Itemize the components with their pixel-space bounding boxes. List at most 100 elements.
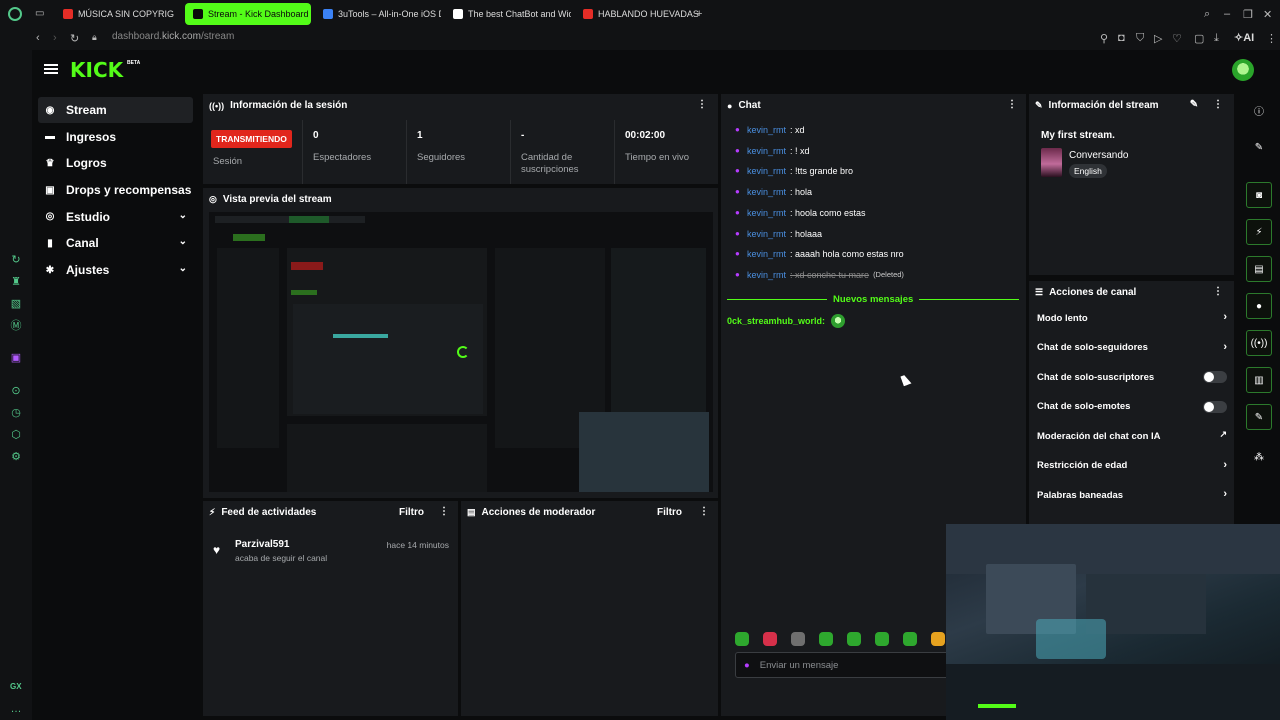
avatar[interactable] (1232, 59, 1254, 81)
sidebar-item-drops[interactable]: ▣ Drops y recompensas (38, 177, 193, 203)
sidebar-item-estudio[interactable]: ◎ Estudio ⌄ (38, 204, 193, 230)
history-icon[interactable]: ◷ (9, 405, 23, 419)
more-icon[interactable]: ⋮ (1266, 32, 1277, 45)
emote-icon[interactable] (763, 632, 777, 646)
sidebar-item-ingresos[interactable]: ▬ Ingresos (38, 124, 193, 150)
feed-user[interactable]: Parzival591 (235, 539, 290, 550)
more-icon[interactable]: … (9, 702, 23, 716)
shield-icon[interactable]: ⛉ (1136, 32, 1144, 45)
menu-icon[interactable] (44, 64, 58, 74)
forward-icon[interactable]: › (53, 32, 57, 44)
panel-title: ▤ Acciones de moderador (467, 507, 595, 518)
mic-icon: ● (744, 659, 750, 671)
kebab-icon[interactable]: ⋮ (439, 506, 449, 517)
chat-username[interactable]: kevin_rmt (747, 270, 786, 280)
screenshot-icon[interactable]: ◙ (1246, 182, 1272, 208)
back-icon[interactable]: ‹ (36, 32, 40, 44)
emote-icon[interactable] (791, 632, 805, 646)
channel-action-row[interactable]: Restricción de edad › (1037, 456, 1227, 476)
channel-action-row[interactable]: Moderación del chat con IA ↗ (1037, 426, 1227, 446)
chat-username[interactable]: kevin_rmt (747, 166, 786, 176)
restore-icon[interactable]: ❐ (1243, 8, 1253, 21)
channel-action-label: Palabras baneadas (1037, 489, 1124, 501)
layout-icon[interactable]: ▥ (1246, 367, 1272, 393)
chevron-right-icon: › (1223, 340, 1227, 353)
kebab-icon[interactable]: ⋮ (1007, 99, 1017, 110)
chat-username[interactable]: kevin_rmt (747, 125, 786, 135)
kick-logo[interactable]: KICK (70, 58, 123, 82)
player-icon[interactable]: ⊙ (9, 383, 23, 397)
pen-icon[interactable]: ✎ (1246, 134, 1272, 160)
box-icon[interactable]: ▢ (1194, 32, 1204, 45)
minimize-icon[interactable]: – (1224, 8, 1230, 20)
channel-action-row[interactable]: Chat de solo-suscriptores (1037, 367, 1227, 387)
filter-button[interactable]: Filtro (399, 507, 424, 518)
browser-tab[interactable]: Stream - Kick Dashboard (185, 3, 311, 25)
opera-gx-icon[interactable] (8, 7, 22, 21)
emote-icon[interactable] (819, 632, 833, 646)
chat-username[interactable]: kevin_rmt (747, 249, 786, 259)
emote-icon[interactable] (903, 632, 917, 646)
pin-icon[interactable]: ⚲ (1100, 32, 1108, 45)
channel-action-row[interactable]: Modo lento › (1037, 308, 1227, 328)
channel-action-row[interactable]: Chat de solo-seguidores › (1037, 338, 1227, 358)
sidebar-item-stream[interactable]: ◉ Stream (38, 97, 193, 123)
chat-username[interactable]: kevin_rmt (747, 187, 786, 197)
bolt-icon[interactable]: ⚡︎ (1246, 219, 1272, 245)
kebab-icon[interactable]: ⋮ (1213, 99, 1223, 110)
wrench-icon[interactable]: ✎ (1246, 404, 1272, 430)
emote-icon[interactable] (875, 632, 889, 646)
chat-bubble-icon[interactable]: ● (1246, 293, 1272, 319)
emote-icon[interactable] (735, 632, 749, 646)
chat-username[interactable]: kevin_rmt (747, 146, 786, 156)
stat-label: Espectadores (313, 152, 372, 163)
heart-icon[interactable]: ♡ (1172, 32, 1182, 45)
channel-action-row[interactable]: Palabras baneadas › (1037, 485, 1227, 505)
chat-input[interactable]: ● Enviar un mensaje (735, 652, 965, 678)
speed-dial-icon[interactable]: ↻ (9, 252, 23, 266)
download-icon[interactable]: ⤓ (1214, 32, 1219, 45)
extensions-icon[interactable]: ⬡ (9, 427, 23, 441)
session-title: Información de la sesión (230, 100, 348, 111)
chat-username[interactable]: kevin_rmt (747, 208, 786, 218)
document-icon[interactable]: ▤ (1246, 256, 1272, 282)
toggle-switch[interactable] (1203, 371, 1227, 383)
ai-button[interactable]: ✧ AI (1234, 31, 1254, 45)
tab-menu-icon[interactable]: ▭ (35, 8, 44, 19)
browser-tab[interactable]: 3uTools – All-in-One iOS D (315, 3, 441, 25)
reload-icon[interactable]: ↻ (70, 32, 79, 45)
extensions-icon[interactable]: ⁂ (1246, 444, 1272, 470)
new-tab-icon[interactable]: + (696, 8, 702, 20)
notes-icon[interactable]: ▧ (9, 296, 23, 310)
kebab-icon[interactable]: ⋮ (699, 506, 709, 517)
sidebar-item-ajustes[interactable]: ✱ Ajustes ⌄ (38, 257, 193, 283)
emote-icon[interactable] (931, 632, 945, 646)
messenger-icon[interactable]: Ⓜ (9, 318, 23, 332)
channel-action-row[interactable]: Chat de solo-emotes (1037, 397, 1227, 417)
camera-icon[interactable]: ◘ (1118, 32, 1125, 44)
settings-icon[interactable]: ⚙ (9, 449, 23, 463)
browser-tab[interactable]: HABLANDO HUEVADAS - (575, 3, 701, 25)
toggle-switch[interactable] (1203, 400, 1227, 413)
url-text[interactable]: dashboard.kick.com/stream (112, 31, 234, 42)
session-panel: ((•)) Información de la sesión ⋮ TRANSMIT… (203, 94, 718, 184)
sidebar-item-canal[interactable]: ▮ Canal ⌄ (38, 230, 193, 256)
stream-preview[interactable] (209, 212, 713, 492)
browser-tab[interactable]: MÚSICA SIN COPYRIG (55, 3, 181, 25)
search-icon[interactable]: ⌕ (1204, 8, 1210, 21)
chat-username[interactable]: kevin_rmt (747, 229, 786, 239)
bot-icon[interactable]: ♜ (9, 274, 23, 288)
browser-tab[interactable]: The best ChatBot and Wid (445, 3, 571, 25)
kebab-icon[interactable]: ⋮ (697, 99, 707, 110)
filter-button[interactable]: Filtro (657, 507, 682, 518)
edit-icon[interactable]: ✎ (1189, 99, 1199, 110)
emote-icon[interactable] (847, 632, 861, 646)
kebab-icon[interactable]: ⋮ (1213, 286, 1223, 297)
chat-username[interactable]: 0ck_streamhub_world: (727, 316, 825, 326)
close-icon[interactable]: ✕ (1263, 8, 1272, 21)
play-icon[interactable]: ▷ (1154, 32, 1162, 45)
twitch-icon[interactable]: ▣ (9, 350, 23, 364)
info-icon[interactable]: ⓘ (1246, 97, 1272, 123)
broadcast-icon[interactable]: ((•)) (1246, 330, 1272, 356)
sidebar-item-logros[interactable]: ♛ Logros (38, 150, 193, 176)
